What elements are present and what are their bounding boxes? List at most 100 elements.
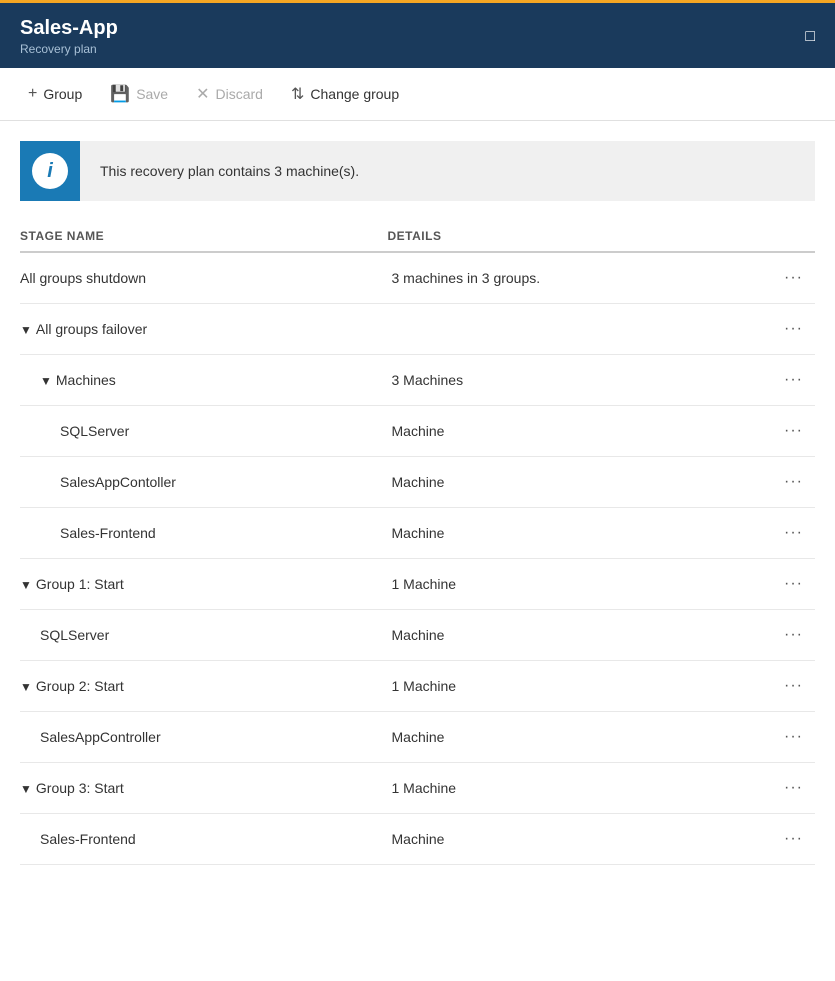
header-title-block: Sales-App Recovery plan — [20, 17, 118, 56]
row-menu-button[interactable]: ··· — [776, 316, 811, 342]
discard-label: Discard — [216, 86, 263, 102]
collapse-arrow: ▼ — [20, 578, 32, 592]
collapse-arrow: ▼ — [20, 782, 32, 796]
row-menu-button[interactable]: ··· — [776, 724, 811, 750]
row-name: SQLServer — [60, 423, 129, 439]
app-title: Sales-App — [20, 17, 118, 40]
info-banner: i This recovery plan contains 3 machine(… — [20, 141, 815, 201]
table-row: ▼ All groups failover ··· — [20, 304, 815, 355]
row-menu-button[interactable]: ··· — [776, 367, 811, 393]
cell-details: Machine — [388, 721, 756, 753]
row-name: Sales-Frontend — [40, 831, 136, 847]
cell-actions: ··· — [755, 665, 815, 707]
info-icon: i — [32, 153, 68, 189]
cell-actions: ··· — [755, 767, 815, 809]
cell-actions: ··· — [755, 716, 815, 758]
row-menu-button[interactable]: ··· — [776, 775, 811, 801]
cell-actions: ··· — [755, 359, 815, 401]
row-menu-button[interactable]: ··· — [776, 826, 811, 852]
collapse-arrow: ▼ — [40, 374, 52, 388]
col-stage-name: STAGE NAME — [20, 229, 388, 243]
change-group-button[interactable]: ⇅ Change group — [279, 78, 411, 110]
row-menu-button[interactable]: ··· — [776, 418, 811, 444]
collapse-arrow: ▼ — [20, 323, 32, 337]
info-message: This recovery plan contains 3 machine(s)… — [80, 147, 379, 195]
row-name: Group 1: Start — [36, 576, 124, 592]
row-name: SalesAppContoller — [60, 474, 176, 490]
row-menu-button[interactable]: ··· — [776, 469, 811, 495]
row-name: All groups failover — [36, 321, 147, 337]
recovery-plan-table: STAGE NAME DETAILS All groups shutdown 3… — [20, 221, 815, 865]
row-name: SQLServer — [40, 627, 109, 643]
cell-details — [388, 321, 756, 337]
cell-details: Machine — [388, 517, 756, 549]
app-header: Sales-App Recovery plan □ — [0, 0, 835, 68]
table-row: ▼ Machines 3 Machines ··· — [20, 355, 815, 406]
cell-name: ▼ Machines — [20, 364, 388, 396]
group-label: Group — [43, 86, 82, 102]
table-row: SQLServer Machine ··· — [20, 610, 815, 661]
cell-name: SalesAppContoller — [20, 466, 388, 498]
table-row: ▼ Group 3: Start 1 Machine ··· — [20, 763, 815, 814]
collapse-arrow: ▼ — [20, 680, 32, 694]
cell-details: Machine — [388, 823, 756, 855]
row-name: Sales-Frontend — [60, 525, 156, 541]
change-group-label: Change group — [310, 86, 399, 102]
cell-details: Machine — [388, 466, 756, 498]
toolbar: + Group 💾 Save ✕ Discard ⇅ Change group — [0, 68, 835, 121]
window-icon[interactable]: □ — [805, 28, 815, 46]
table-row: Sales-Frontend Machine ··· — [20, 508, 815, 559]
row-menu-button[interactable]: ··· — [776, 520, 811, 546]
row-name: Group 3: Start — [36, 780, 124, 796]
table-row: All groups shutdown 3 machines in 3 grou… — [20, 253, 815, 304]
col-details: DETAILS — [388, 229, 756, 243]
cell-actions: ··· — [755, 308, 815, 350]
save-label: Save — [136, 86, 168, 102]
table-row: ▼ Group 1: Start 1 Machine ··· — [20, 559, 815, 610]
cell-name: SQLServer — [20, 415, 388, 447]
cell-actions: ··· — [755, 818, 815, 860]
save-button[interactable]: 💾 Save — [98, 78, 180, 110]
cell-details: Machine — [388, 415, 756, 447]
cell-name: ▼ Group 1: Start — [20, 568, 388, 600]
row-menu-button[interactable]: ··· — [776, 673, 811, 699]
table-body: All groups shutdown 3 machines in 3 grou… — [20, 253, 815, 865]
cell-actions: ··· — [755, 461, 815, 503]
cell-actions: ··· — [755, 614, 815, 656]
change-group-icon: ⇅ — [291, 84, 304, 104]
app-subtitle: Recovery plan — [20, 42, 118, 56]
add-icon: + — [28, 85, 37, 103]
cell-actions: ··· — [755, 410, 815, 452]
table-row: SalesAppController Machine ··· — [20, 712, 815, 763]
table-row: SQLServer Machine ··· — [20, 406, 815, 457]
cell-name: SQLServer — [20, 619, 388, 651]
info-icon-box: i — [20, 141, 80, 201]
cell-name: Sales-Frontend — [20, 517, 388, 549]
cell-details: 3 Machines — [388, 364, 756, 396]
cell-details: 3 machines in 3 groups. — [388, 262, 756, 294]
row-menu-button[interactable]: ··· — [776, 622, 811, 648]
cell-details: 1 Machine — [388, 670, 756, 702]
row-name: SalesAppController — [40, 729, 161, 745]
cell-name: SalesAppController — [20, 721, 388, 753]
add-group-button[interactable]: + Group — [16, 79, 94, 109]
cell-actions: ··· — [755, 257, 815, 299]
row-menu-button[interactable]: ··· — [776, 571, 811, 597]
cell-name: ▼Group 2: Start — [20, 670, 388, 702]
discard-button[interactable]: ✕ Discard — [184, 78, 275, 110]
cell-name: All groups shutdown — [20, 262, 388, 294]
cell-name: ▼ All groups failover — [20, 313, 388, 345]
cell-details: Machine — [388, 619, 756, 651]
discard-icon: ✕ — [196, 84, 209, 104]
cell-details: 1 Machine — [388, 568, 756, 600]
cell-details: 1 Machine — [388, 772, 756, 804]
cell-name: ▼ Group 3: Start — [20, 772, 388, 804]
row-name: All groups shutdown — [20, 270, 146, 286]
table-row: SalesAppContoller Machine ··· — [20, 457, 815, 508]
table-header: STAGE NAME DETAILS — [20, 221, 815, 253]
row-menu-button[interactable]: ··· — [776, 265, 811, 291]
row-name: Machines — [56, 372, 116, 388]
cell-actions: ··· — [755, 563, 815, 605]
col-actions — [755, 229, 815, 243]
cell-name: Sales-Frontend — [20, 823, 388, 855]
